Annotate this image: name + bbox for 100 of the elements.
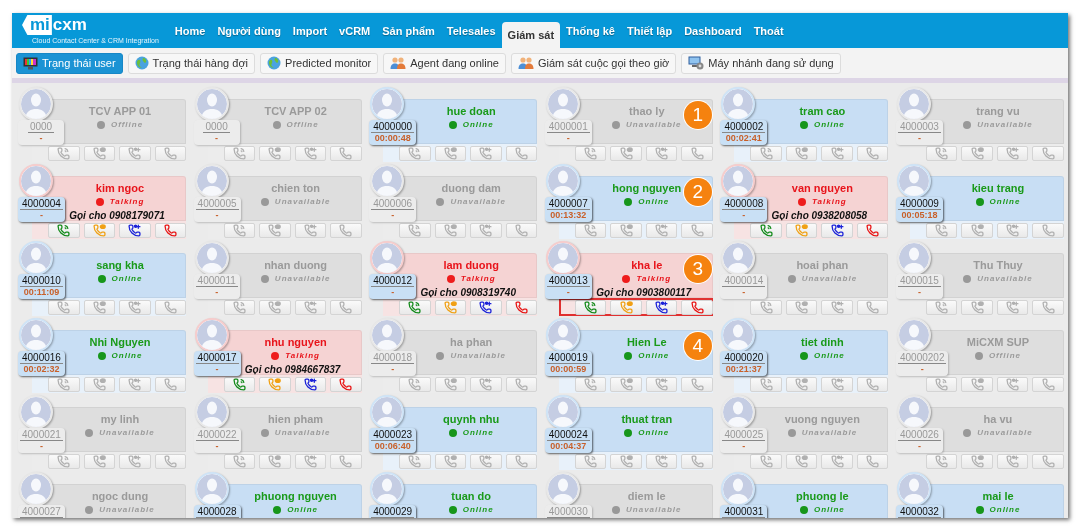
status-label: Unavailable xyxy=(626,505,682,515)
whisper-button[interactable] xyxy=(785,145,818,161)
phone-bubble-icon xyxy=(795,377,809,391)
hangup-button[interactable] xyxy=(1032,376,1064,392)
hangup-button[interactable] xyxy=(1032,145,1064,161)
status-label: Unavailable xyxy=(450,197,506,207)
whisper-button[interactable] xyxy=(83,453,115,469)
toolbar-button[interactable]: Máy nhánh đang sử dụng xyxy=(681,52,841,74)
whisper-button[interactable] xyxy=(961,299,993,315)
toolbar-button[interactable]: Giám sát cuộc gọi theo giờ xyxy=(510,52,677,74)
hangup-button[interactable] xyxy=(154,145,186,161)
join-call-button[interactable] xyxy=(294,376,327,392)
hangup-button[interactable] xyxy=(1032,453,1064,469)
phone-icon xyxy=(690,454,704,468)
whisper-button[interactable] xyxy=(610,299,642,315)
status-label: Online xyxy=(638,197,670,207)
listen-button[interactable] xyxy=(574,299,607,315)
whisper-button[interactable] xyxy=(610,376,642,392)
whisper-button[interactable] xyxy=(259,222,291,238)
hangup-button[interactable] xyxy=(505,453,538,469)
whisper-button[interactable] xyxy=(785,299,818,315)
whisper-button[interactable] xyxy=(610,453,642,469)
whisper-button[interactable] xyxy=(961,222,993,238)
nav-tab[interactable]: Thống kê xyxy=(560,13,621,48)
whisper-button[interactable] xyxy=(610,145,642,161)
whisper-button[interactable] xyxy=(785,453,818,469)
hangup-button[interactable] xyxy=(154,222,186,238)
hangup-button[interactable] xyxy=(856,222,889,238)
phone-bubble-icon xyxy=(92,377,106,391)
toolbar-button[interactable]: Agent đang online xyxy=(383,52,506,74)
nav-tab[interactable]: Telesales xyxy=(440,13,502,48)
hangup-button[interactable] xyxy=(330,222,362,238)
whisper-button[interactable] xyxy=(434,453,467,469)
hangup-button[interactable] xyxy=(1032,222,1064,238)
nav-tab[interactable]: Sản phẩm xyxy=(376,13,441,48)
hangup-button[interactable] xyxy=(856,145,889,161)
whisper-button[interactable] xyxy=(961,376,993,392)
join-call-button[interactable] xyxy=(821,222,853,238)
whisper-button[interactable] xyxy=(83,376,115,392)
whisper-button[interactable] xyxy=(434,145,467,161)
agent-name: phuong le xyxy=(796,490,849,503)
join-call-button[interactable] xyxy=(645,299,678,315)
nav-tab[interactable]: Dashboard xyxy=(678,13,748,48)
phone-icon xyxy=(163,146,177,160)
phone-plus-icon xyxy=(655,300,669,314)
whisper-button[interactable] xyxy=(434,376,467,392)
whisper-button[interactable] xyxy=(961,453,993,469)
hangup-button[interactable] xyxy=(681,145,713,161)
call-timer: - xyxy=(917,287,921,298)
hangup-button[interactable] xyxy=(681,299,713,315)
hangup-button[interactable] xyxy=(856,453,889,469)
hangup-button[interactable] xyxy=(681,222,713,238)
whisper-button[interactable] xyxy=(259,145,291,161)
hangup-button[interactable] xyxy=(330,299,362,315)
nav-tab[interactable]: Import xyxy=(286,13,334,48)
listen-button[interactable] xyxy=(48,222,80,238)
whisper-button[interactable] xyxy=(961,145,993,161)
hangup-button[interactable] xyxy=(505,145,538,161)
hangup-button[interactable] xyxy=(505,376,538,392)
whisper-button[interactable] xyxy=(259,453,291,469)
nav-tab[interactable]: Home xyxy=(168,13,212,48)
hangup-button[interactable] xyxy=(154,376,186,392)
join-call-button[interactable] xyxy=(119,222,151,238)
phone-bubble-icon xyxy=(970,377,984,391)
hangup-button[interactable] xyxy=(154,299,186,315)
listen-button[interactable] xyxy=(223,376,256,392)
whisper-button[interactable] xyxy=(259,299,291,315)
status-label: Unavailable xyxy=(274,428,331,438)
whisper-button[interactable] xyxy=(83,145,115,161)
agent-name: hoai phan xyxy=(796,259,849,272)
hangup-button[interactable] xyxy=(1032,299,1064,315)
toolbar-button[interactable]: Predicted monitor xyxy=(260,52,379,74)
listen-button[interactable] xyxy=(750,222,782,238)
hangup-button[interactable] xyxy=(154,453,186,469)
hangup-button[interactable] xyxy=(330,145,362,161)
whisper-button[interactable] xyxy=(434,222,467,238)
listen-button[interactable] xyxy=(399,299,431,315)
nav-tab[interactable]: Thoát xyxy=(747,13,790,48)
toolbar-button[interactable]: Trạng thái user xyxy=(16,52,123,74)
status-dot xyxy=(260,429,269,437)
phone-plus-icon xyxy=(655,454,669,468)
join-call-button[interactable] xyxy=(470,299,502,315)
hangup-button[interactable] xyxy=(856,299,889,315)
hangup-button[interactable] xyxy=(856,376,889,392)
whisper-button[interactable] xyxy=(83,299,115,315)
nav-tab[interactable]: Thiết lập xyxy=(620,13,679,48)
nav-tab[interactable]: vCRM xyxy=(333,13,377,48)
hangup-button[interactable] xyxy=(505,222,538,238)
toolbar-button[interactable]: Trạng thái hàng đợi xyxy=(127,52,256,74)
hangup-button[interactable] xyxy=(681,376,713,392)
nav-tab[interactable]: Giám sát xyxy=(501,22,561,48)
nav-tab[interactable]: Người dùng xyxy=(211,13,287,48)
hangup-button[interactable] xyxy=(505,299,538,315)
whisper-button[interactable] xyxy=(610,222,642,238)
hangup-button[interactable] xyxy=(681,453,713,469)
hangup-button[interactable] xyxy=(330,376,362,392)
whisper-button[interactable] xyxy=(785,376,818,392)
phone-waves-icon xyxy=(584,454,598,468)
hangup-button[interactable] xyxy=(330,453,362,469)
call-timer: 00:06:40 xyxy=(374,441,411,452)
